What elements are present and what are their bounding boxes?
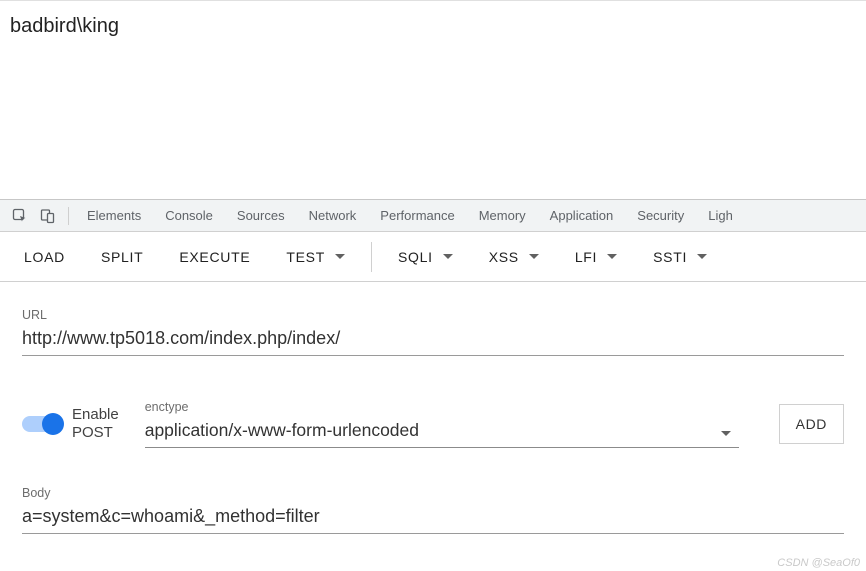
enctype-select[interactable]: application/x-www-form-urlencoded [145, 418, 739, 448]
tab-memory[interactable]: Memory [467, 200, 538, 232]
chevron-down-icon [697, 254, 707, 259]
page-output: badbird\king [0, 0, 866, 199]
tab-performance[interactable]: Performance [368, 200, 466, 232]
tab-network[interactable]: Network [297, 200, 369, 232]
watermark: CSDN @SeaOf0 [777, 557, 860, 569]
enable-post-line1: Enable [72, 406, 119, 424]
enctype-value: application/x-www-form-urlencoded [145, 420, 419, 440]
inspect-element-icon[interactable] [6, 200, 34, 232]
url-input[interactable]: http://www.tp5018.com/index.php/index/ [22, 326, 844, 356]
tab-lighthouse[interactable]: Ligh [696, 200, 745, 232]
body-label: Body [22, 486, 844, 500]
xss-dropdown[interactable]: XSS [473, 232, 555, 282]
ssti-label: SSTI [653, 249, 687, 265]
sqli-dropdown[interactable]: SQLI [382, 232, 469, 282]
test-dropdown[interactable]: TEST [270, 232, 361, 282]
xss-label: XSS [489, 249, 519, 265]
url-label: URL [22, 308, 844, 322]
hackbar-toolbar: LOAD SPLIT EXECUTE TEST SQLI XSS LFI SST… [0, 232, 866, 282]
device-toggle-icon[interactable] [34, 200, 62, 232]
switch-track [22, 416, 60, 432]
sqli-label: SQLI [398, 249, 433, 265]
chevron-down-icon [529, 254, 539, 259]
toolbar-separator [371, 242, 372, 272]
chevron-down-icon [721, 431, 731, 436]
body-section: Body a=system&c=whoami&_method=filter [22, 486, 844, 534]
enable-post-toggle[interactable]: Enable POST [22, 406, 119, 441]
chevron-down-icon [443, 254, 453, 259]
tab-sources[interactable]: Sources [225, 200, 297, 232]
body-input[interactable]: a=system&c=whoami&_method=filter [22, 504, 844, 534]
enctype-field: enctype application/x-www-form-urlencode… [145, 400, 739, 448]
ssti-dropdown[interactable]: SSTI [637, 232, 723, 282]
devtools-tab-bar: Elements Console Sources Network Perform… [0, 200, 866, 232]
post-row: Enable POST enctype application/x-www-fo… [22, 400, 844, 448]
tab-security[interactable]: Security [625, 200, 696, 232]
lfi-dropdown[interactable]: LFI [559, 232, 633, 282]
tab-console[interactable]: Console [153, 200, 225, 232]
lfi-label: LFI [575, 249, 597, 265]
switch-knob [42, 413, 64, 435]
enctype-label: enctype [145, 400, 739, 414]
tab-divider [68, 207, 69, 225]
hackbar-body: URL http://www.tp5018.com/index.php/inde… [0, 282, 866, 534]
load-button[interactable]: LOAD [8, 232, 81, 282]
execute-button[interactable]: EXECUTE [163, 232, 266, 282]
enable-post-line2: POST [72, 424, 119, 442]
devtools-panel: Elements Console Sources Network Perform… [0, 199, 866, 534]
test-label: TEST [286, 249, 325, 265]
chevron-down-icon [335, 254, 345, 259]
enable-post-label: Enable POST [72, 406, 119, 441]
add-header-button[interactable]: ADD [779, 404, 844, 444]
tab-application[interactable]: Application [538, 200, 626, 232]
split-button[interactable]: SPLIT [85, 232, 159, 282]
tab-elements[interactable]: Elements [75, 200, 153, 232]
chevron-down-icon [607, 254, 617, 259]
